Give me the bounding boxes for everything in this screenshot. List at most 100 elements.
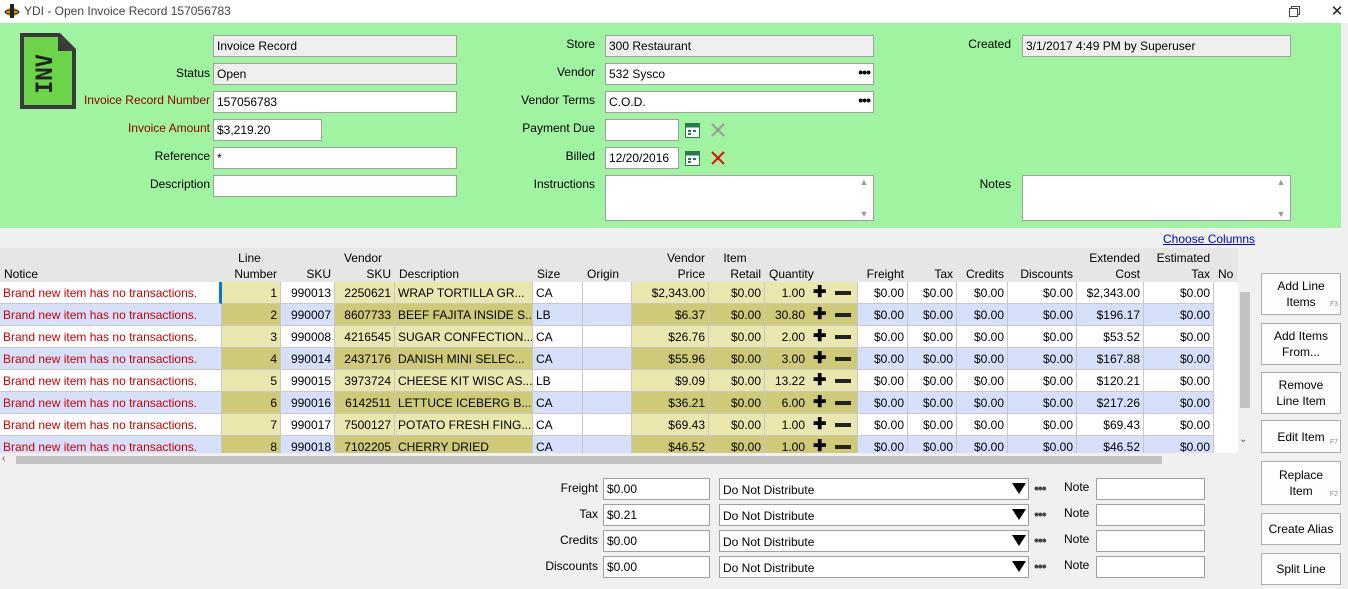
cell-size[interactable]: CA [533, 436, 583, 453]
cell-esttax[interactable]: $0.00 [1144, 392, 1214, 414]
cell-desc[interactable]: BEEF FAJITA INSIDE S... [395, 304, 533, 326]
tax-more-button[interactable]: ••• [1034, 506, 1047, 522]
scroll-down-icon[interactable]: ▼ [1277, 209, 1286, 219]
cell-notice[interactable]: Brand new item has no transactions. [0, 282, 222, 304]
cell-size[interactable]: CA [533, 282, 583, 304]
cell-notice[interactable]: Brand new item has no transactions. [0, 326, 222, 348]
cell-tax[interactable]: $0.00 [908, 282, 957, 304]
dropdown-arrow-icon[interactable] [1012, 535, 1026, 546]
cell-line[interactable]: 5 [222, 370, 281, 392]
column-header-discounts[interactable]: Discounts [1008, 267, 1077, 281]
invoice-number-input[interactable]: 157056783 [213, 91, 457, 113]
cell-notice[interactable]: Brand new item has no transactions. [0, 414, 222, 436]
column-header-retail[interactable]: Retail [709, 267, 765, 281]
instructions-textarea[interactable]: ▲ ▼ [605, 175, 874, 221]
discounts-distribution-select[interactable]: Do Not Distribute [719, 556, 1029, 578]
cell-desc[interactable]: CHEESE KIT WISC AS... [395, 370, 533, 392]
cell-credits[interactable]: $0.00 [957, 436, 1008, 453]
cell-size[interactable]: CA [533, 326, 583, 348]
cell-vsku[interactable]: 6142511 [335, 392, 395, 414]
cell-discounts[interactable]: $0.00 [1008, 326, 1077, 348]
cell-size[interactable]: LB [533, 370, 583, 392]
credits-distribution-select[interactable]: Do Not Distribute [719, 530, 1029, 552]
credits-note-input[interactable] [1096, 530, 1205, 552]
cell-desc[interactable]: SUGAR CONFECTION... [395, 326, 533, 348]
cell-sku[interactable]: 990014 [281, 348, 335, 370]
column-header-notice[interactable]: Notice [0, 267, 222, 281]
cell-size[interactable]: LB [533, 304, 583, 326]
cell-vsku[interactable]: 3973724 [335, 370, 395, 392]
decrease-quantity-icon[interactable] [835, 357, 851, 361]
cell-origin[interactable] [583, 414, 632, 436]
table-row[interactable]: Brand new item has no transactions. 2 9900… [0, 304, 1238, 326]
cell-line[interactable]: 3 [222, 326, 281, 348]
cell-vprice[interactable]: $69.43 [632, 414, 709, 436]
cell-origin[interactable] [583, 348, 632, 370]
cell-vprice[interactable]: $46.52 [632, 436, 709, 453]
cell-esttax[interactable]: $0.00 [1144, 414, 1214, 436]
cell-ext[interactable]: $69.43 [1077, 414, 1144, 436]
scroll-down-icon[interactable]: ▼ [860, 209, 869, 219]
cell-qty[interactable]: 1.00 ✚ [765, 436, 858, 453]
freight-note-input[interactable] [1096, 478, 1205, 500]
cell-freight[interactable]: $0.00 [858, 304, 908, 326]
notes-textarea[interactable]: ▲ ▼ [1022, 175, 1291, 221]
cell-sku[interactable]: 990007 [281, 304, 335, 326]
cell-vprice[interactable]: $55.96 [632, 348, 709, 370]
cell-credits[interactable]: $0.00 [957, 282, 1008, 304]
cell-vsku[interactable]: 4216545 [335, 326, 395, 348]
cell-size[interactable]: CA [533, 348, 583, 370]
decrease-quantity-icon[interactable] [835, 379, 851, 383]
grid-vertical-scroll-thumb[interactable] [1240, 292, 1250, 408]
cell-origin[interactable] [583, 282, 632, 304]
create-alias-button[interactable]: Create Alias [1261, 513, 1341, 545]
reference-input[interactable]: * [213, 147, 457, 169]
column-header-vprice[interactable]: Price [632, 267, 709, 281]
decrease-quantity-icon[interactable] [835, 291, 851, 295]
cell-retail[interactable]: $0.00 [709, 392, 765, 414]
instructions-scrollbar[interactable]: ▲ ▼ [856, 177, 872, 219]
cell-tax[interactable]: $0.00 [908, 326, 957, 348]
cell-qty[interactable]: 30.80 ✚ [765, 304, 858, 326]
cell-sku[interactable]: 990015 [281, 370, 335, 392]
cell-esttax[interactable]: $0.00 [1144, 436, 1214, 453]
cell-freight[interactable]: $0.00 [858, 436, 908, 453]
cell-retail[interactable]: $0.00 [709, 436, 765, 453]
cell-freight[interactable]: $0.00 [858, 282, 908, 304]
cell-origin[interactable] [583, 392, 632, 414]
decrease-quantity-icon[interactable] [835, 445, 851, 449]
payment-due-calendar-icon[interactable] [685, 123, 700, 138]
description-input[interactable] [213, 175, 457, 197]
close-window-icon[interactable]: ✕ [1328, 2, 1346, 20]
cell-sku[interactable]: 990018 [281, 436, 335, 453]
tax-amount-input[interactable]: $0.21 [603, 504, 710, 526]
increase-quantity-icon[interactable]: ✚ [813, 351, 826, 367]
cell-qty[interactable]: 1.00 ✚ [765, 414, 858, 436]
cell-discounts[interactable]: $0.00 [1008, 392, 1077, 414]
column-header-tax[interactable]: Tax [908, 267, 957, 281]
cell-origin[interactable] [583, 326, 632, 348]
cell-retail[interactable]: $0.00 [709, 282, 765, 304]
payment-due-input[interactable] [605, 119, 679, 141]
payment-due-clear-icon[interactable] [710, 122, 726, 138]
cell-sku[interactable]: 990017 [281, 414, 335, 436]
cell-retail[interactable]: $0.00 [709, 414, 765, 436]
table-row[interactable]: Brand new item has no transactions. 8 9900… [0, 436, 1238, 453]
cell-tax[interactable]: $0.00 [908, 414, 957, 436]
add-line-items-button[interactable]: Add Line Items F3 [1261, 273, 1341, 315]
add-items-from-button[interactable]: Add Items From... [1261, 323, 1341, 365]
increase-quantity-icon[interactable]: ✚ [813, 373, 826, 389]
cell-ext[interactable]: $167.88 [1077, 348, 1144, 370]
cell-vprice[interactable]: $2,343.00 [632, 282, 709, 304]
cell-sku[interactable]: 990013 [281, 282, 335, 304]
freight-amount-input[interactable]: $0.00 [603, 478, 710, 500]
column-header-credits[interactable]: Credits [957, 267, 1008, 281]
column-header-freight[interactable]: Freight [858, 267, 908, 281]
column-header-sku[interactable]: SKU [281, 267, 335, 281]
cell-qty[interactable]: 6.00 ✚ [765, 392, 858, 414]
cell-vsku[interactable]: 2250621 [335, 282, 395, 304]
cell-retail[interactable]: $0.00 [709, 304, 765, 326]
column-header-desc[interactable]: Description [395, 267, 533, 281]
cell-origin[interactable] [583, 436, 632, 453]
column-header-origin[interactable]: Origin [583, 267, 632, 281]
